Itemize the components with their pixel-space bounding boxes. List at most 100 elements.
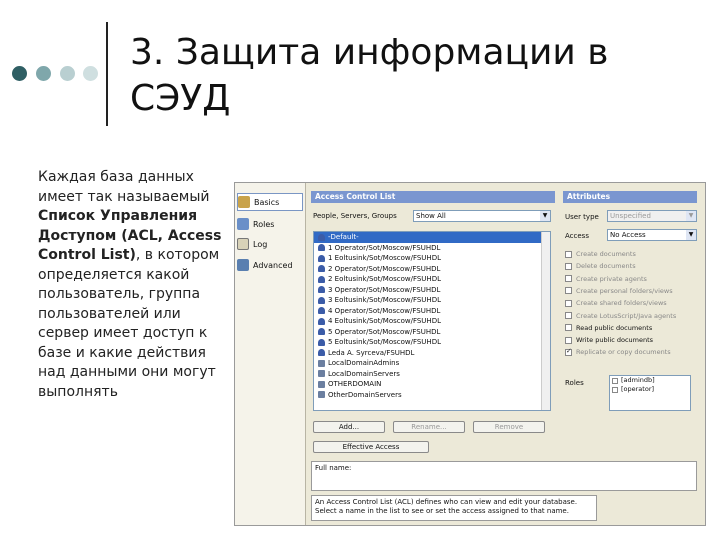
attribute-checkbox[interactable]: Create documents — [565, 249, 636, 259]
nav-item-basics[interactable]: Basics — [237, 193, 303, 211]
nav-label: Basics — [254, 197, 280, 207]
checkbox-label: Create documents — [576, 250, 636, 258]
acl-rows: -Default- 1 Operator/Sot/Moscow/FSUHDL 1 E… — [314, 232, 550, 400]
nav-label: Advanced — [253, 260, 293, 270]
role-checkbox[interactable] — [612, 386, 618, 393]
body-text-part2: , в котором определяется какой пользоват… — [38, 247, 220, 400]
filter-select[interactable]: Show All ▼ — [413, 210, 551, 222]
checkbox-box[interactable] — [565, 336, 572, 344]
checkbox-box[interactable] — [565, 299, 572, 307]
chevron-down-icon: ▼ — [686, 230, 696, 240]
person-icon — [318, 307, 325, 315]
nav-item-roles[interactable]: Roles — [237, 215, 303, 233]
acl-entry-name: 3 Operator/Sot/Moscow/FSUHDL — [328, 285, 441, 294]
effective-access-button[interactable]: Effective Access — [313, 441, 429, 453]
acl-entry-row[interactable]: OTHERDOMAIN — [314, 379, 550, 390]
acl-entry-row[interactable]: 2 Eoltusink/Sot/Moscow/FSUHDL — [314, 274, 550, 285]
acl-entry-row[interactable]: LocalDomainServers — [314, 369, 550, 380]
person-icon — [318, 244, 325, 252]
acl-entry-row[interactable]: 4 Operator/Sot/Moscow/FSUHDL — [314, 306, 550, 317]
acl-entry-row[interactable]: 5 Operator/Sot/Moscow/FSUHDL — [314, 327, 550, 338]
attribute-checkbox[interactable]: Write public documents — [565, 335, 653, 345]
dot-3 — [60, 66, 75, 81]
remove-button[interactable]: Remove — [473, 421, 545, 433]
checkbox-box[interactable] — [565, 324, 572, 332]
rename-button[interactable]: Rename... — [393, 421, 465, 433]
acl-entry-name: 1 Eoltusink/Sot/Moscow/FSUHDL — [328, 254, 441, 262]
acl-entry-row[interactable]: Leda A. Syrceva/FSUHDL — [314, 348, 550, 359]
access-value: No Access — [610, 231, 646, 239]
checkbox-box[interactable] — [565, 275, 572, 283]
add-button[interactable]: Add... — [313, 421, 385, 433]
role-item[interactable]: [operator] — [610, 385, 690, 394]
acl-entry-name: OtherDomainServers — [328, 390, 402, 399]
access-select[interactable]: No Access ▼ — [607, 229, 697, 241]
acl-entry-name: OTHERDOMAIN — [328, 380, 382, 388]
role-checkbox[interactable] — [612, 377, 618, 384]
checkbox-label: Create private agents — [576, 274, 647, 283]
body-text-part1: Каждая база данных имеет так называемый — [38, 169, 210, 205]
filter-value: Show All — [416, 212, 446, 220]
acl-entry-name: 1 Operator/Sot/Moscow/FSUHDL — [328, 243, 441, 252]
filter-label: People, Servers, Groups — [313, 212, 397, 220]
group-icon — [318, 359, 325, 367]
acl-entry-row[interactable]: 2 Operator/Sot/Moscow/FSUHDL — [314, 264, 550, 275]
acl-entry-row[interactable]: -Default- — [314, 232, 550, 243]
acl-entry-row[interactable]: 5 Eoltusink/Sot/Moscow/FSUHDL — [314, 337, 550, 348]
attribute-checkbox[interactable]: Read public documents — [565, 323, 652, 333]
acl-entry-row[interactable]: 3 Eoltusink/Sot/Moscow/FSUHDL — [314, 295, 550, 306]
attribute-checkbox[interactable]: Create private agents — [565, 274, 647, 284]
user-type-select[interactable]: Unspecified ▼ — [607, 210, 697, 222]
log-icon — [237, 238, 249, 250]
list-scrollbar[interactable] — [541, 232, 550, 410]
slide-title: 3. Защита информации в СЭУД — [130, 32, 609, 119]
acl-entry-name: 3 Eoltusink/Sot/Moscow/FSUHDL — [328, 296, 441, 304]
acl-entry-row[interactable]: 1 Eoltusink/Sot/Moscow/FSUHDL — [314, 253, 550, 264]
checkbox-label: Read public documents — [576, 323, 653, 332]
nav-item-advanced[interactable]: Advanced — [237, 256, 303, 274]
chevron-down-icon: ▼ — [540, 211, 550, 221]
chevron-down-icon: ▼ — [686, 211, 696, 221]
acl-entry-name: Leda A. Syrceva/FSUHDL — [328, 348, 415, 357]
dot-2 — [36, 66, 51, 81]
acl-entries-list[interactable]: -Default- 1 Operator/Sot/Moscow/FSUHDL 1 E… — [313, 231, 551, 411]
attribute-checkbox[interactable]: Replicate or copy documents — [565, 347, 671, 357]
checkbox-box[interactable] — [565, 250, 572, 258]
checkbox-box[interactable] — [565, 262, 572, 270]
checkbox-box[interactable] — [565, 312, 572, 319]
access-label: Access — [565, 232, 589, 240]
acl-entry-name: 5 Eoltusink/Sot/Moscow/FSUHDL — [328, 338, 441, 346]
attribute-checkbox[interactable]: Create personal folders/views — [565, 286, 673, 296]
acl-entry-row[interactable]: 1 Operator/Sot/Moscow/FSUHDL — [314, 243, 550, 254]
attribute-checkbox[interactable]: Create LotusScript/Java agents — [565, 311, 676, 321]
person-icon — [318, 328, 325, 336]
group-icon — [318, 391, 325, 399]
acl-entry-name: 4 Operator/Sot/Moscow/FSUHDL — [328, 306, 441, 315]
full-name-label: Full name: — [315, 464, 352, 472]
acl-entry-name: 2 Operator/Sot/Moscow/FSUHDL — [328, 264, 441, 273]
checkbox-box[interactable] — [565, 287, 572, 295]
checkbox-label: Replicate or copy documents — [576, 348, 671, 357]
acl-entry-row[interactable]: OtherDomainServers — [314, 390, 550, 401]
acl-entry-name: LocalDomainServers — [328, 369, 400, 378]
roles-icon — [237, 218, 249, 230]
acl-entry-row[interactable]: 4 Eoltusink/Sot/Moscow/FSUHDL — [314, 316, 550, 327]
user-type-value: Unspecified — [610, 212, 651, 220]
attribute-checkbox[interactable]: Delete documents — [565, 261, 636, 271]
person-icon — [318, 317, 325, 325]
dot-1 — [12, 66, 27, 81]
acl-entry-name: LocalDomainAdmins — [328, 359, 400, 367]
slide-body-text: Каждая база данных имеет так называемый … — [38, 168, 228, 402]
acl-entry-name: 5 Operator/Sot/Moscow/FSUHDL — [328, 327, 441, 336]
checkbox-box[interactable] — [565, 347, 572, 356]
role-item[interactable]: [admindb] — [610, 376, 690, 385]
person-icon — [318, 349, 325, 357]
attribute-checkbox[interactable]: Create shared folders/views — [565, 298, 667, 308]
roles-list[interactable]: [admindb] [operator] — [609, 375, 691, 411]
acl-entry-name: 2 Eoltusink/Sot/Moscow/FSUHDL — [328, 275, 441, 283]
acl-entry-row[interactable]: LocalDomainAdmins — [314, 358, 550, 369]
nav-item-log[interactable]: Log — [237, 235, 303, 253]
acl-entry-row[interactable]: 3 Operator/Sot/Moscow/FSUHDL — [314, 285, 550, 296]
acl-dialog-screenshot: Basics Roles Log Advanced Access Control… — [234, 182, 706, 526]
person-icon — [318, 275, 325, 283]
